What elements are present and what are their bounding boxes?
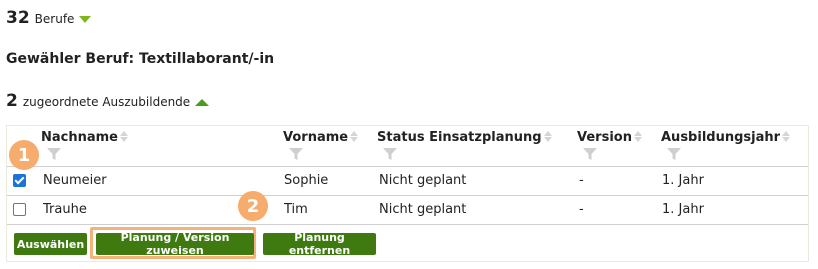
filter-icon[interactable]: [667, 148, 681, 160]
trainees-label: zugeordnete Auszubildende: [22, 95, 191, 109]
table-row[interactable]: Neumeier Sophie Nicht geplant - 1. Jahr: [7, 167, 808, 196]
expand-berufe-icon[interactable]: [79, 16, 92, 23]
trainees-summary: 2 zugeordnete Auszubildende: [6, 91, 210, 111]
sort-icon[interactable]: [543, 131, 552, 142]
sort-icon[interactable]: [782, 131, 791, 142]
selected-profession-heading: Gewähler Beruf: Textillaborant/-in: [6, 51, 275, 67]
column-label: Ausbildungsjahr: [661, 130, 781, 145]
cell-version: -: [579, 202, 584, 217]
column-header-status[interactable]: Status Einsatzplanung: [377, 130, 552, 145]
remove-plan-button[interactable]: Planung entfernen: [263, 231, 376, 257]
cell-ausbildungsjahr: 1. Jahr: [662, 202, 704, 217]
cell-ausbildungsjahr: 1. Jahr: [662, 173, 704, 188]
trainees-table: Nachname Vorname Status Einsatzplanung V…: [6, 125, 809, 262]
berufe-label: Berufe: [34, 12, 75, 26]
callout-badge-1: 1: [9, 140, 39, 170]
row-checkbox[interactable]: [13, 174, 26, 187]
column-label: Nachname: [41, 130, 119, 145]
column-header-version[interactable]: Version: [577, 130, 642, 145]
cell-status: Nicht geplant: [379, 173, 467, 188]
assign-plan-version-button[interactable]: Planung / Version zuweisen: [96, 231, 254, 257]
page: 32 Berufe Gewähler Beruf: Textillaborant…: [0, 0, 818, 269]
filter-icon[interactable]: [289, 148, 303, 160]
table-row[interactable]: Trauhe Tim Nicht geplant - 1. Jahr: [7, 196, 808, 225]
column-label: Vorname: [283, 130, 349, 145]
table-header: Nachname Vorname Status Einsatzplanung V…: [7, 126, 808, 167]
callout-badge-2: 2: [238, 191, 268, 221]
filter-icon[interactable]: [383, 148, 397, 160]
row-checkbox[interactable]: [13, 203, 26, 216]
column-header-vorname[interactable]: Vorname: [283, 130, 359, 145]
berufe-summary: 32 Berufe: [6, 8, 92, 28]
column-header-nachname[interactable]: Nachname: [41, 130, 129, 145]
cell-nachname: Neumeier: [43, 173, 107, 188]
sort-icon[interactable]: [120, 131, 129, 142]
collapse-trainees-icon[interactable]: [195, 99, 210, 106]
filter-icon[interactable]: [583, 148, 597, 160]
column-label: Version: [577, 130, 632, 145]
sort-icon[interactable]: [350, 131, 359, 142]
select-button[interactable]: Auswählen: [14, 233, 87, 255]
sort-icon[interactable]: [633, 131, 642, 142]
cell-vorname: Tim: [284, 202, 308, 217]
cell-vorname: Sophie: [284, 173, 329, 188]
cell-status: Nicht geplant: [379, 202, 467, 217]
berufe-count: 32: [6, 8, 30, 28]
trainees-count: 2: [6, 91, 18, 111]
column-label: Status Einsatzplanung: [377, 130, 542, 145]
filter-icon[interactable]: [47, 148, 61, 160]
column-header-ausbildungsjahr[interactable]: Ausbildungsjahr: [661, 130, 791, 145]
cell-nachname: Trauhe: [43, 202, 87, 217]
cell-version: -: [579, 173, 584, 188]
